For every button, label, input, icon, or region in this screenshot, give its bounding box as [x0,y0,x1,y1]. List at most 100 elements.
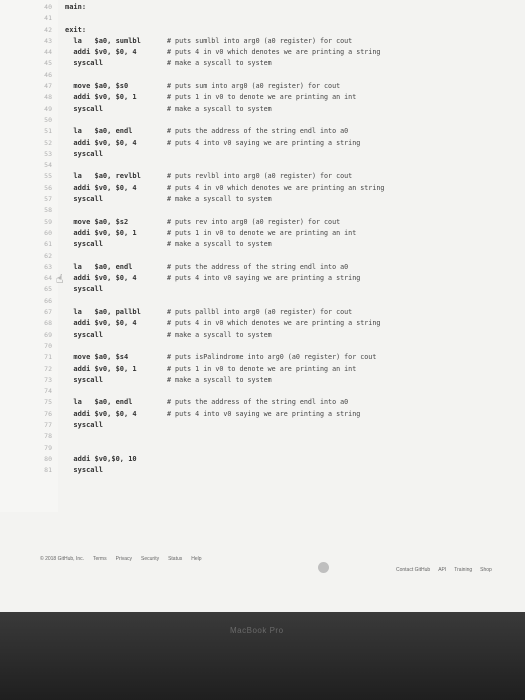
line-number[interactable]: 71 [38,352,52,363]
code-line: 52 addi $v0, $0, 4 # puts 4 into v0 sayin… [0,138,525,149]
line-number[interactable]: 58 [38,205,52,216]
code-line: 59 move $a0, $s2 # puts rev into arg0 (a0… [0,217,525,228]
code-text: syscall [65,466,103,475]
code-text: move $a0, $s0 [65,82,129,91]
code-line: 80 addi $v0,$0, 10 [0,454,525,465]
line-number[interactable]: 46 [38,70,52,81]
line-number[interactable]: 66 [38,296,52,307]
footer-link-privacy[interactable]: Privacy [116,556,132,562]
footer-link-training[interactable]: Training [454,567,472,573]
line-number[interactable]: 76 [38,409,52,420]
line-number[interactable]: 67 [38,307,52,318]
code-comment: # puts sum into arg0 (a0 register) for c… [167,82,341,91]
line-number[interactable]: 40 [38,2,52,13]
line-number[interactable]: 73 [38,375,52,386]
page-footer: © 2018 GitHub, Inc. Terms Privacy Securi… [0,552,525,573]
code-text: syscall [65,149,103,158]
code-text: syscall [65,59,103,68]
code-text: syscall [65,375,103,384]
line-number[interactable]: 81 [38,465,52,476]
screen: 40 main: 41 42 exit: 43 la $a0, sumlbl # puts … [0,0,525,612]
footer-link-contact[interactable]: Contact GitHub [396,567,430,573]
code-line: 79 [0,443,525,454]
line-number[interactable]: 64 [38,273,52,284]
line-number[interactable]: 61 [38,239,52,250]
code-text: move $a0, $s2 [65,217,129,226]
code-line: 69 syscall # make a syscall to system [0,330,525,341]
code-text: syscall [65,285,103,294]
line-number[interactable]: 42 [38,25,52,36]
code-line: 56 addi $v0, $0, 4 # puts 4 in v0 which d… [0,183,525,194]
code-comment: # puts sumlbl into arg0 (a0 register) fo… [167,36,353,45]
code-text: la $a0, endl [65,127,133,136]
line-number[interactable]: 62 [38,251,52,262]
line-number[interactable]: 63 [38,262,52,273]
line-number[interactable]: 45 [38,58,52,69]
code-text: la $a0, sumlbl [65,36,141,45]
footer-link-api[interactable]: API [438,567,446,573]
line-number[interactable]: 80 [38,454,52,465]
github-logo-icon[interactable] [318,562,329,573]
line-number[interactable]: 65 [38,284,52,295]
line-number[interactable]: 48 [38,92,52,103]
code-line: 47 move $a0, $s0 # puts sum into arg0 (a0… [0,81,525,92]
code-line: 77 syscall [0,420,525,431]
footer-link-shop[interactable]: Shop [480,567,492,573]
code-comment: # puts pallbl into arg0 (a0 register) fo… [167,308,353,317]
code-comment: # puts 1 in v0 to denote we are printing… [167,93,357,102]
footer-link-terms[interactable]: Terms [93,556,107,562]
line-number[interactable]: 44 [38,47,52,58]
code-line: 73 syscall # make a syscall to system [0,375,525,386]
code-text: syscall [65,195,103,204]
footer-link-help[interactable]: Help [191,556,201,562]
code-line: 81 syscall [0,465,525,476]
line-number[interactable]: 51 [38,126,52,137]
code-comment: # puts 4 into v0 saying we are printing … [167,138,361,147]
code-line: 42 exit: [0,25,525,36]
code-comment: # puts rev into arg0 (a0 register) for c… [167,217,341,226]
line-number[interactable]: 77 [38,420,52,431]
code-line: 46 [0,70,525,81]
line-number[interactable]: 56 [38,183,52,194]
code-text: la $a0, endl [65,398,133,407]
line-number[interactable]: 72 [38,364,52,375]
line-number[interactable]: 78 [38,431,52,442]
code-line: 70 [0,341,525,352]
line-number[interactable]: 70 [38,341,52,352]
copyright-text: © 2018 GitHub, Inc. [40,556,84,562]
line-number[interactable]: 50 [38,115,52,126]
line-number[interactable]: 59 [38,217,52,228]
code-comment: # puts 1 in v0 to denote we are printing… [167,228,357,237]
code-comment: # puts the address of the string endl in… [167,398,349,407]
line-number[interactable]: 54 [38,160,52,171]
line-number[interactable]: 47 [38,81,52,92]
code-line: 78 [0,431,525,442]
footer-link-status[interactable]: Status [168,556,182,562]
code-text: addi $v0, $0, 1 [65,93,137,102]
line-number[interactable]: 55 [38,171,52,182]
line-number[interactable]: 43 [38,36,52,47]
footer-link-security[interactable]: Security [141,556,159,562]
code-text: exit: [65,25,87,34]
line-number[interactable]: 74 [38,386,52,397]
code-text: addi $v0, $0, 4 [65,274,137,283]
line-number[interactable]: 60 [38,228,52,239]
line-number[interactable]: 53 [38,149,52,160]
line-number[interactable]: 68 [38,318,52,329]
code-text: addi $v0, $0, 1 [65,228,137,237]
line-number[interactable]: 75 [38,397,52,408]
code-line: 63 la $a0, endl # puts the address of the… [0,262,525,273]
code-line: 66 [0,296,525,307]
code-text: addi $v0, $0, 4 [65,138,137,147]
footer-links-left: © 2018 GitHub, Inc. Terms Privacy Securi… [40,556,202,562]
code-line: 40 main: [0,2,525,13]
line-number[interactable]: 49 [38,104,52,115]
line-number[interactable]: 52 [38,138,52,149]
line-number[interactable]: 69 [38,330,52,341]
code-text: syscall [65,104,103,113]
line-number[interactable]: 79 [38,443,52,454]
line-number[interactable]: 41 [38,13,52,24]
code-line: 48 addi $v0, $0, 1 # puts 1 in v0 to deno… [0,92,525,103]
line-number[interactable]: 57 [38,194,52,205]
code-comment: # puts 4 into v0 saying we are printing … [167,274,361,283]
